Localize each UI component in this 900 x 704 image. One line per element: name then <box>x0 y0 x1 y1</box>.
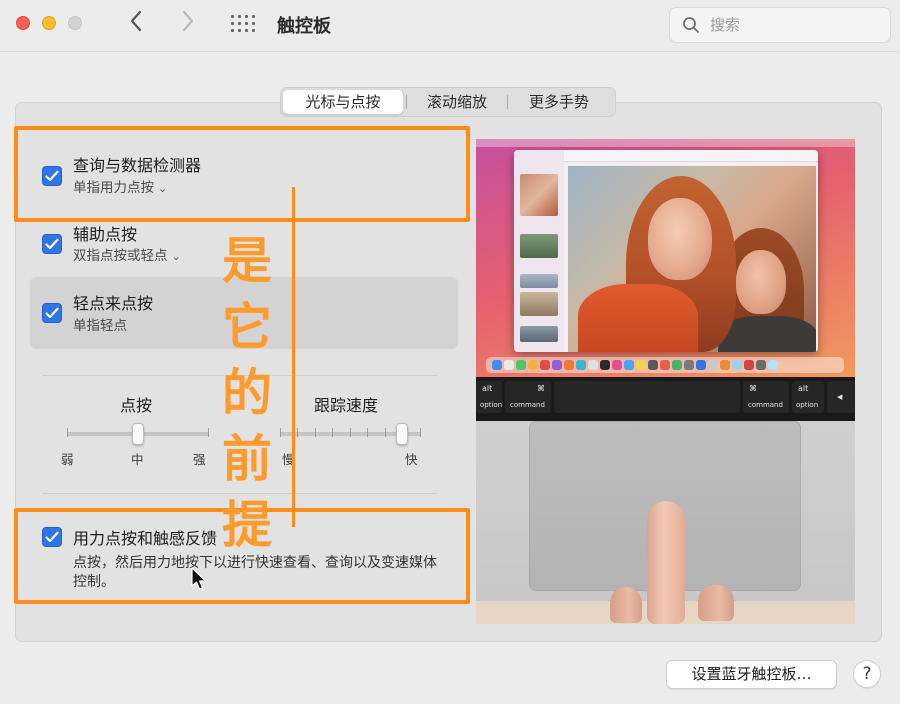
key-option-right: alt option <box>792 381 824 413</box>
click-mid-label: 中 <box>131 452 144 467</box>
title-bar: 触控板 <box>0 0 900 52</box>
demo-photo-shape <box>736 250 786 314</box>
key-label: ⌘ <box>749 384 757 393</box>
click-slider-knob[interactable] <box>131 423 144 445</box>
key-label: ◀ <box>837 393 843 401</box>
tab-scroll-zoom[interactable]: 滚动缩放 <box>407 90 507 114</box>
mouse-pointer-icon <box>191 567 207 590</box>
tick <box>280 428 281 437</box>
demo-keyboard: alt option ⌘ command ⌘ command alt optio… <box>476 377 855 421</box>
key-command-left: ⌘ command <box>505 381 551 413</box>
thumbnail <box>520 326 558 342</box>
secondary-click-title: 辅助点按 <box>73 225 138 244</box>
search-icon <box>683 17 699 33</box>
help-button[interactable]: ? <box>853 660 881 688</box>
tap-to-click-subtitle: 单指轻点 <box>73 318 127 334</box>
tick <box>350 428 351 437</box>
key-arrow-left: ◀ <box>827 381 855 413</box>
tick <box>367 428 368 437</box>
demo-hand <box>698 585 734 621</box>
secondary-click-subtitle-dropdown[interactable]: 双指点按或轻点 ⌄ <box>73 244 181 264</box>
tab-bar: 光标与点按 滚动缩放 更多手势 <box>280 87 616 117</box>
window-title: 触控板 <box>277 16 331 37</box>
demo-photos-window <box>514 150 818 352</box>
tick <box>67 428 68 437</box>
tracking-slider-title: 跟踪速度 <box>314 396 379 415</box>
search-input[interactable] <box>710 14 880 36</box>
key-option-left: alt option <box>476 381 502 413</box>
key-command-right: ⌘ command <box>743 381 789 413</box>
annotation-text: 是它的前提 <box>222 232 272 554</box>
checkmark-icon <box>45 307 59 319</box>
key-label: alt <box>798 384 809 393</box>
key-label: alt <box>482 384 493 393</box>
tick <box>420 428 421 437</box>
key-label: option <box>796 401 819 409</box>
chevron-right-icon <box>182 10 194 32</box>
demo-finger <box>647 501 685 624</box>
checkmark-icon <box>45 238 59 250</box>
secondary-click-subtitle: 双指点按或轻点 <box>73 248 168 264</box>
key-label: command <box>748 401 783 409</box>
demo-screen <box>476 139 855 377</box>
tap-to-click-checkbox[interactable] <box>42 303 62 323</box>
tick <box>385 428 386 437</box>
tab-more-gestures[interactable]: 更多手势 <box>508 90 610 114</box>
tick <box>315 428 316 437</box>
demo-photo-shape <box>648 198 712 280</box>
click-min-label: 弱 <box>61 452 74 467</box>
demo-photo <box>568 166 816 352</box>
show-all-grid-icon[interactable] <box>231 15 255 33</box>
setup-bluetooth-trackpad-button[interactable]: 设置蓝牙触控板… <box>666 660 837 689</box>
chevron-down-icon: ⌄ <box>171 250 181 263</box>
demo-photos-toolbar <box>564 150 818 162</box>
tick <box>332 428 333 437</box>
tracking-max-label: 快 <box>405 452 418 467</box>
key-label: command <box>510 401 545 409</box>
annotation-arrow <box>292 187 295 527</box>
tap-to-click-title: 轻点来点按 <box>73 294 154 313</box>
key-label: ⌘ <box>537 384 545 393</box>
search-field[interactable] <box>669 7 891 43</box>
key-label: option <box>480 401 503 409</box>
click-slider-title: 点按 <box>120 396 153 415</box>
thumbnail <box>520 274 558 288</box>
demo-photo-shape <box>578 284 698 352</box>
tracking-slider-knob[interactable] <box>395 423 408 445</box>
demo-dock <box>486 357 844 373</box>
secondary-click-checkbox[interactable] <box>42 234 62 254</box>
zoom-button[interactable] <box>68 16 82 30</box>
close-button[interactable] <box>16 16 30 30</box>
back-button[interactable] <box>124 10 148 38</box>
minimize-button[interactable] <box>42 16 56 30</box>
trackpad-demo-video: alt option ⌘ command ⌘ command alt optio… <box>476 139 855 624</box>
demo-photos-sidebar <box>514 150 564 352</box>
tab-point-click[interactable]: 光标与点按 <box>283 90 403 114</box>
thumbnail <box>520 292 558 316</box>
demo-hand <box>610 587 642 623</box>
chevron-left-icon <box>130 10 142 32</box>
thumbnail <box>520 234 558 258</box>
thumbnail <box>520 174 558 216</box>
click-max-label: 强 <box>193 452 206 467</box>
tick <box>208 428 209 437</box>
key-space <box>554 381 740 413</box>
tick <box>297 428 298 437</box>
demo-menubar <box>476 139 855 147</box>
annotation-box-lookup <box>14 126 470 222</box>
forward-button[interactable] <box>176 10 200 38</box>
